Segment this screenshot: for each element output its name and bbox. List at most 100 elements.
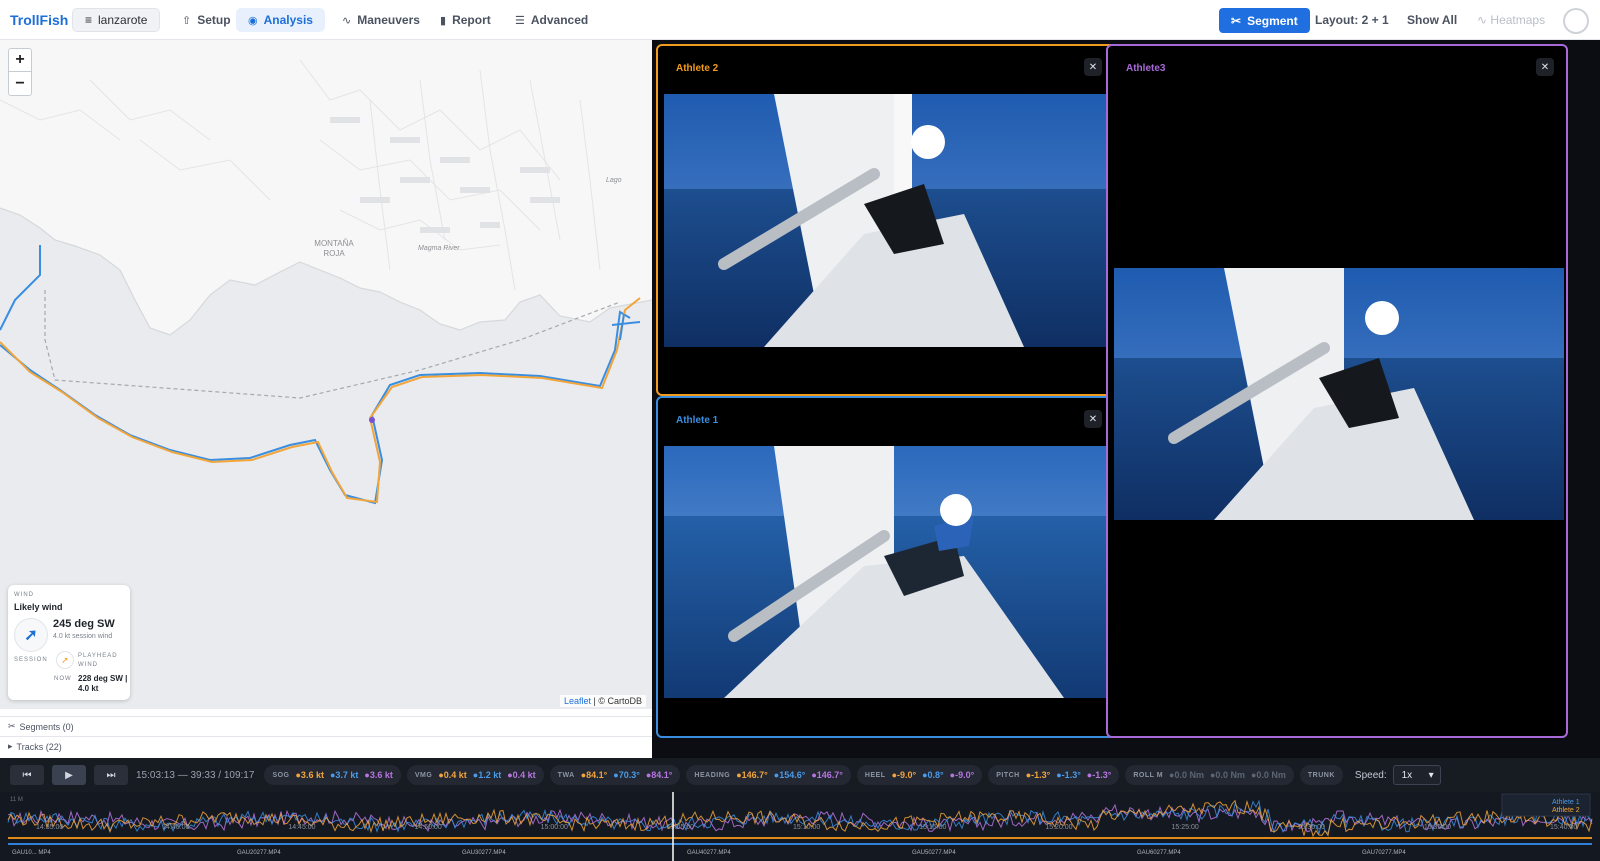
timeline-clip-label[interactable]: GAU50277.MP4 [912,850,956,856]
scissors-icon: ✂ [1231,13,1242,28]
nav-setup[interactable]: ⇧ Setup [170,8,243,32]
timeline-chart: 11 M 14:35:00 14:40:00 14:45:00 14:50:00 15:… [7,792,1593,861]
metric-value: ●3.6 kt [364,770,393,780]
nav-report[interactable]: ▮ Report [428,8,503,32]
video-panel-athlete-3[interactable]: Athlete3 ✕ [1106,44,1568,738]
wind-card: WIND Likely wind ➚ 245 deg SW 4.0 kt ses… [8,585,130,700]
timeline-y-label: 11 M [10,797,23,803]
close-icon[interactable]: ✕ [1536,58,1554,76]
metric-value: ●1.2 kt [472,770,502,780]
playback-time: 15:03:13 — 39:33 / 109:17 [136,769,255,781]
nav-report-label: Report [452,13,491,27]
metric-sog[interactable]: SOG ●3.6 kt ●3.7 kt ●3.6 kt [264,765,401,785]
timeline-tick: 15:40:00 [1550,824,1577,831]
playhead-wind-label: PLAYHEAD WIND [78,653,118,668]
metric-key: TWA [557,771,575,779]
wind-session-label: SESSION [14,657,48,663]
timeline-legend-item: Athlete 1 [1552,799,1580,806]
metric-value: ●84.1° [645,770,673,780]
metric-key: HEEL [864,771,886,779]
metric-key: ROLL M [1133,771,1164,779]
speed-select[interactable]: 1x ▾ [1392,765,1441,785]
avatar[interactable] [1563,8,1589,34]
timeline-tick: 15:05:00 [667,824,694,831]
eye-icon: ◉ [248,14,258,27]
metric-value: ●0.0 Nm [1169,770,1204,780]
upload-icon: ⇧ [182,14,192,27]
metric-heel[interactable]: HEEL ●-9.0° ●0.8° ●-9.0° [856,765,983,785]
metric-trunk[interactable]: TRUNK [1299,765,1343,785]
play-button[interactable]: ▶ [52,765,86,785]
activity-icon: ∿ [342,14,352,27]
wind-title: Likely wind [14,602,63,612]
show-all-button[interactable]: Show All [1407,13,1457,27]
project-name: lanzarote [98,13,148,27]
timeline-tick: 14:40:00 [162,824,189,831]
video-title: Athlete 2 [676,63,719,74]
metric-heading[interactable]: HEADING ●146.7° ●154.6° ●146.7° [686,765,851,785]
timeline[interactable]: 11 M 14:35:00 14:40:00 14:45:00 14:50:00 15:… [0,792,1600,861]
metric-value: ●0.0 Nm [1210,770,1245,780]
athlete-2-track[interactable] [0,297,641,504]
play-icon: ▶ [65,769,73,781]
timeline-clip-label[interactable]: GAU60277.MP4 [1137,850,1181,856]
chevron-right-icon: ▸ [8,741,13,751]
app-logo[interactable]: TrollFish [10,12,68,28]
nav-analysis[interactable]: ◉ Analysis [236,8,325,32]
nav-advanced[interactable]: ☰ Advanced [503,8,600,32]
tracks-label: Tracks (22) [16,741,62,752]
timeline-clip-label[interactable]: GAU70277.MP4 [1362,850,1406,856]
map-panel[interactable]: MONTAÑA ROJA Magma River Lago + − WIND L… [0,40,652,709]
timeline-clip-label[interactable]: GAU10... MP4 [12,850,51,856]
metric-pitch[interactable]: PITCH ●-1.3° ●-1.3° ●-1.3° [988,765,1120,785]
tracks-list-toggle[interactable]: ▸ Tracks (22) [0,736,652,756]
leaflet-link[interactable]: Leaflet [564,696,591,706]
metric-value: ●154.6° [773,770,806,780]
metric-roll-m[interactable]: ROLL M ●0.0 Nm ●0.0 Nm ●0.0 Nm [1125,765,1294,785]
playhead-marker [369,417,375,423]
timeline-clip-label[interactable]: GAU40277.MP4 [687,850,731,856]
metric-value: ●-1.3° [1056,770,1081,780]
timeline-tick: 15:35:00 [1424,824,1451,831]
metric-value: ●3.6 kt [295,770,324,780]
metric-key: PITCH [996,771,1020,779]
skip-back-button[interactable]: ⏮ [10,765,44,785]
segment-button[interactable]: ✂ Segment [1219,8,1310,33]
heatmaps-label: Heatmaps [1490,13,1546,27]
video-frame[interactable] [1114,268,1564,520]
zoom-out-button[interactable]: − [9,72,31,95]
playback-bar: ⏮ ▶ ⏭ 15:03:13 — 39:33 / 109:17 SOG ●3.6 … [0,758,1600,792]
skip-forward-icon: ⏭ [106,769,116,781]
video-panel-athlete-1[interactable]: Athlete 1 ✕ [656,396,1116,738]
timeline-clip-label[interactable]: GAU30277.MP4 [462,850,506,856]
zoom-control: + − [8,48,32,96]
video-frame[interactable] [664,94,1112,347]
attribution-text: | © CartoDB [593,696,642,706]
wind-session-speed: 4.0 kt session wind [53,633,113,640]
metric-key: VMG [414,771,433,779]
timeline-tick: 15:15:00 [919,824,946,831]
layout-selector[interactable]: Layout: 2 + 1 [1315,13,1389,27]
segments-list-toggle[interactable]: ✂ Segments (0) [0,716,652,736]
metric-vmg[interactable]: VMG ●0.4 kt ●1.2 kt ●0.4 kt [406,765,544,785]
nav-maneuvers[interactable]: ∿ Maneuvers [330,8,432,32]
metric-value: ●0.0 Nm [1250,770,1286,780]
metric-value: ●3.7 kt [329,770,359,780]
video-frame[interactable] [664,446,1112,698]
speed-label: Speed: [1354,769,1387,781]
video-panel-athlete-2[interactable]: Athlete 2 ✕ [656,44,1116,396]
timeline-clip-label[interactable]: GAU20277.MP4 [237,850,281,856]
project-selector[interactable]: ≡ lanzarote [72,8,161,32]
close-icon[interactable]: ✕ [1084,58,1102,76]
video-frame-image [664,94,1112,347]
metric-value: ●0.4 kt [507,770,536,780]
speed-value: 1x [1401,769,1413,781]
scissors-icon: ✂ [8,721,16,731]
heatmaps-button[interactable]: ∿ Heatmaps [1477,13,1545,27]
skip-forward-button[interactable]: ⏭ [94,765,128,785]
close-icon[interactable]: ✕ [1084,410,1102,428]
metric-value: ●-1.3° [1025,770,1051,780]
bar-chart-icon: ▮ [440,14,447,27]
metric-twa[interactable]: TWA ●84.1° ●70.3° ●84.1° [549,765,681,785]
zoom-in-button[interactable]: + [9,49,31,72]
